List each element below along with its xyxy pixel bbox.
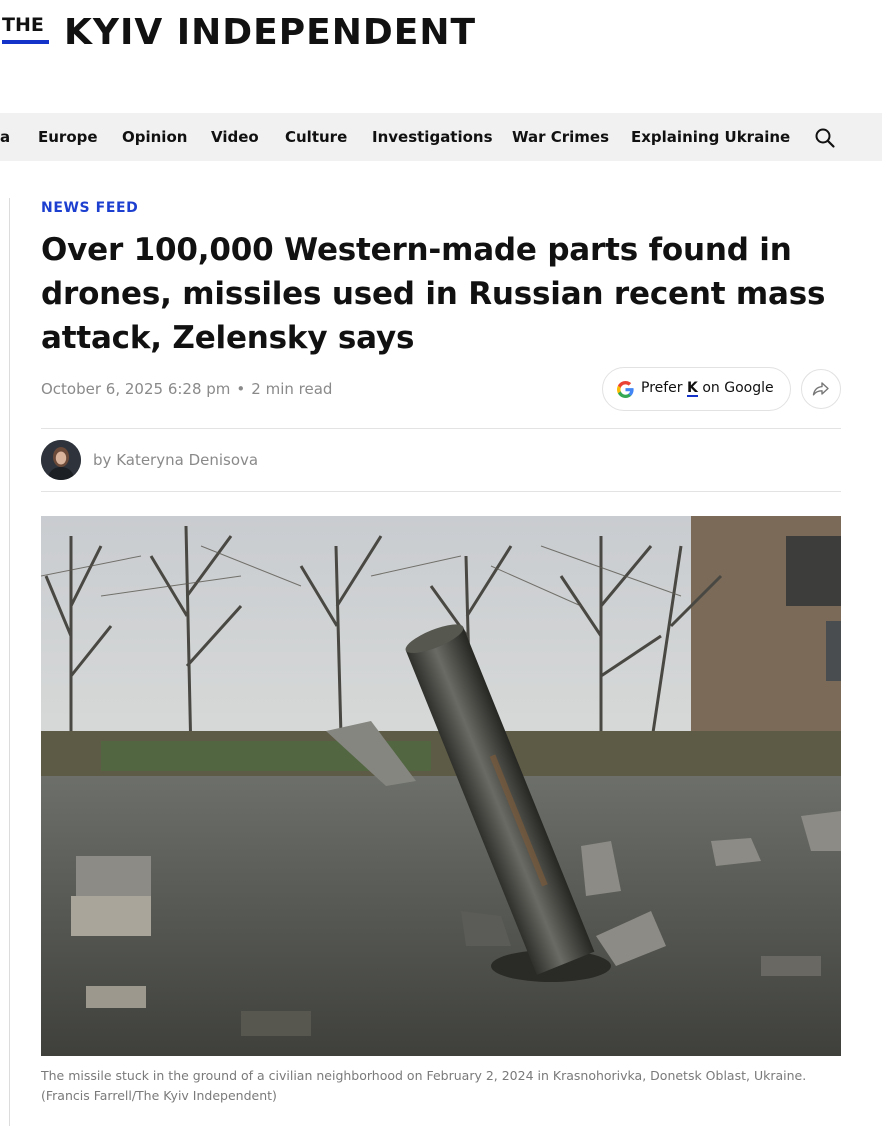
article-meta: October 6, 2025 6:28 pm • 2 min read xyxy=(41,380,332,398)
nav-item-europe[interactable]: Europe xyxy=(38,113,98,161)
logo-wordmark: KYIV INDEPENDENT xyxy=(64,12,477,53)
nav-item-video[interactable]: Video xyxy=(211,113,259,161)
nav-item-investigations[interactable]: Investigations xyxy=(372,113,493,161)
meta-separator: • xyxy=(236,380,246,398)
kyiv-k-icon: K xyxy=(687,380,698,397)
author-avatar[interactable] xyxy=(41,440,81,480)
share-button[interactable] xyxy=(801,369,841,409)
nav-item-culture[interactable]: Culture xyxy=(285,113,347,161)
logo-underline xyxy=(2,40,49,44)
byline: by Kateryna Denisova xyxy=(93,451,258,469)
prefer-on-google-button[interactable]: Prefer K on Google xyxy=(602,367,791,411)
nav-item-explaining-ukraine[interactable]: Explaining Ukraine xyxy=(631,113,790,161)
divider xyxy=(41,491,841,492)
nav-item-war-crimes[interactable]: War Crimes xyxy=(512,113,609,161)
logo-prefix: THE xyxy=(2,14,44,36)
nav-item-partial[interactable]: a xyxy=(0,113,10,161)
left-divider xyxy=(9,198,10,1126)
byline-prefix: by xyxy=(93,451,112,469)
publish-date: October 6, 2025 6:28 pm xyxy=(41,380,231,398)
divider xyxy=(41,428,841,429)
google-icon xyxy=(617,381,634,398)
main-nav: a Europe Opinion Video Culture Investiga… xyxy=(0,113,882,161)
read-time: 2 min read xyxy=(251,380,333,398)
article-headline: Over 100,000 Western-made parts found in… xyxy=(41,232,826,356)
search-icon[interactable] xyxy=(814,127,836,149)
share-arrow-icon xyxy=(812,382,829,396)
article-photo xyxy=(41,516,841,1056)
photo-caption: The missile stuck in the ground of a civ… xyxy=(41,1068,807,1103)
section-kicker[interactable]: NEWS FEED xyxy=(41,200,138,216)
author-name[interactable]: Kateryna Denisova xyxy=(116,451,258,469)
nav-item-opinion[interactable]: Opinion xyxy=(122,113,187,161)
prefer-label: Prefer K on Google xyxy=(641,380,774,397)
